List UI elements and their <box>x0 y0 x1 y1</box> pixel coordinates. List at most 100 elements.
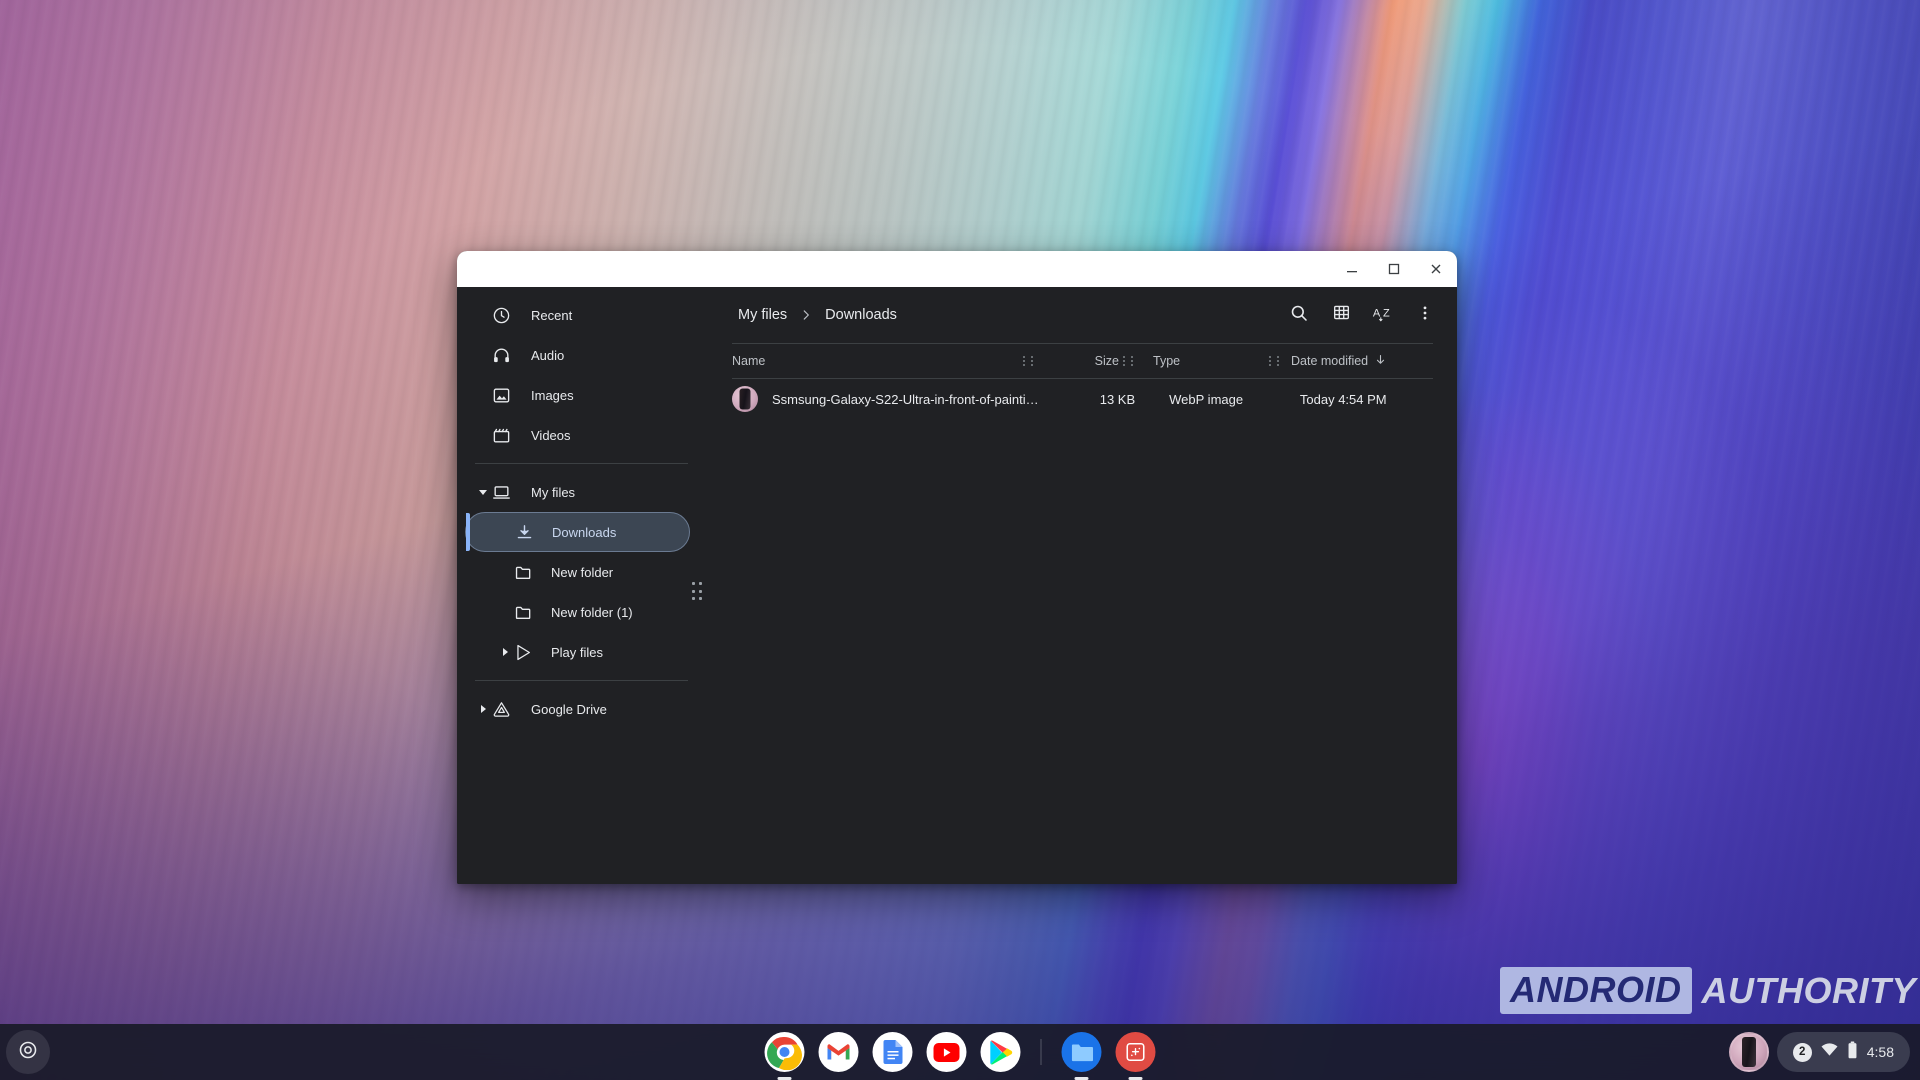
sidebar-item-new-folder[interactable]: New folder <box>465 552 690 592</box>
sidebar-item-label: Google Drive <box>531 701 607 717</box>
shelf-app-youtube[interactable] <box>926 1032 967 1072</box>
sidebar-item-images[interactable]: Images <box>465 375 690 415</box>
play-store-icon <box>513 642 533 662</box>
docs-icon <box>883 1040 902 1064</box>
sidebar-item-videos[interactable]: Videos <box>465 415 690 455</box>
sidebar-drive-group: Google Drive <box>457 689 698 729</box>
desktop: ANDROID AUTHORITY Recent Audio Images Vi… <box>0 0 1920 1080</box>
window-titlebar[interactable] <box>457 251 1457 287</box>
gmail-icon <box>827 1043 850 1059</box>
sidebar-resize-handle[interactable] <box>688 579 706 605</box>
files-folder-icon <box>1071 1044 1093 1062</box>
sidebar-item-label: New folder (1) <box>551 604 633 620</box>
table-row[interactable]: Ssmsung-Galaxy-S22-Ultra-in-front-of-pai… <box>732 379 1433 419</box>
grid-view-icon <box>1332 303 1351 327</box>
clock: 4:58 <box>1866 1044 1894 1060</box>
clock-icon <box>491 305 511 325</box>
wifi-icon <box>1821 1042 1838 1062</box>
maximize-button[interactable] <box>1373 251 1415 287</box>
search-button[interactable] <box>1279 295 1319 335</box>
column-header-size[interactable]: Size <box>1037 354 1123 368</box>
avatar-image <box>1741 1037 1756 1067</box>
sidebar-item-label: Images <box>531 387 574 403</box>
youtube-icon <box>933 1042 960 1062</box>
image-icon <box>491 385 511 405</box>
close-icon <box>1431 264 1441 274</box>
sidebar-item-audio[interactable]: Audio <box>465 335 690 375</box>
sidebar: Recent Audio Images Videos My files Down… <box>457 287 702 884</box>
breadcrumb-item-downloads[interactable]: Downloads <box>819 303 903 327</box>
notification-count-badge: 2 <box>1792 1042 1812 1062</box>
view-toggle-button[interactable] <box>1321 295 1361 335</box>
status-area-button[interactable]: 2 4:58 <box>1776 1032 1910 1072</box>
more-options-button[interactable] <box>1405 295 1445 335</box>
drive-icon <box>491 699 511 719</box>
video-icon <box>491 425 511 445</box>
column-resizer-name[interactable] <box>1023 356 1037 366</box>
play-store-icon <box>989 1040 1012 1064</box>
chevron-down-icon[interactable] <box>475 484 491 500</box>
laptop-icon <box>491 482 511 502</box>
shelf: 2 4:58 <box>0 1024 1920 1080</box>
sidebar-divider-1 <box>475 463 688 464</box>
avatar[interactable] <box>1728 1032 1769 1072</box>
sidebar-item-google-drive[interactable]: Google Drive <box>465 689 690 729</box>
minimize-icon <box>1347 271 1357 273</box>
sidebar-item-new-folder-1[interactable]: New folder (1) <box>465 592 690 632</box>
sidebar-item-my-files[interactable]: My files <box>465 472 690 512</box>
column-resizer-size[interactable] <box>1123 356 1137 366</box>
column-header-name[interactable]: Name <box>732 354 1023 368</box>
sort-az-icon: A Z <box>1372 303 1394 328</box>
file-list-header: Name Size Type Date modified <box>732 343 1433 379</box>
main-content: My files Downloads A Z Name Size Type Da… <box>698 287 1457 884</box>
chevron-right-icon[interactable] <box>497 644 513 660</box>
shelf-app-docs[interactable] <box>872 1032 913 1072</box>
file-thumbnail <box>732 386 758 412</box>
sidebar-item-downloads[interactable]: Downloads <box>465 512 690 552</box>
toolbar-actions: A Z <box>1279 295 1445 335</box>
svg-text:Z: Z <box>1383 307 1390 319</box>
file-type: WebP image <box>1169 391 1244 407</box>
svg-text:A: A <box>1373 307 1381 319</box>
file-size: 13 KB <box>1099 391 1136 407</box>
minimize-button[interactable] <box>1331 251 1373 287</box>
sidebar-myfiles-group: My files Downloads New folder New folder… <box>457 472 698 672</box>
system-tray: 2 4:58 <box>1728 1032 1910 1072</box>
shelf-app-gallery[interactable] <box>1115 1032 1156 1080</box>
launcher-circle-icon <box>17 1039 39 1066</box>
shelf-app-files[interactable] <box>1061 1032 1102 1080</box>
sidebar-item-label: Audio <box>531 347 565 363</box>
folder-icon <box>513 562 533 582</box>
launcher-button[interactable] <box>6 1030 50 1074</box>
chrome-icon <box>767 1035 802 1070</box>
thumbnail-phone-shape <box>739 388 751 410</box>
battery-icon <box>1847 1041 1858 1064</box>
column-resizer-type[interactable] <box>1269 356 1283 366</box>
selection-indicator <box>466 513 470 551</box>
window-body: Recent Audio Images Videos My files Down… <box>457 287 1457 884</box>
sidebar-item-label: Videos <box>531 427 571 443</box>
files-app-window: Recent Audio Images Videos My files Down… <box>457 251 1457 884</box>
gallery-icon <box>1126 1042 1145 1062</box>
sidebar-item-label: Downloads <box>552 524 617 540</box>
file-list-body: Ssmsung-Galaxy-S22-Ultra-in-front-of-pai… <box>732 379 1433 884</box>
watermark-suffix: AUTHORITY <box>1701 969 1916 1011</box>
close-button[interactable] <box>1415 251 1457 287</box>
shelf-app-gmail[interactable] <box>818 1032 859 1072</box>
shelf-app-list <box>764 1024 1156 1080</box>
sort-button[interactable]: A Z <box>1363 295 1403 335</box>
file-name: Ssmsung-Galaxy-S22-Ultra-in-front-of-pai… <box>772 391 1045 407</box>
sidebar-divider-2 <box>475 680 688 681</box>
column-header-type[interactable]: Type <box>1137 354 1269 368</box>
shelf-app-chrome[interactable] <box>764 1032 805 1080</box>
sidebar-item-play-files[interactable]: Play files <box>465 632 690 672</box>
watermark-brand: ANDROID <box>1500 967 1692 1014</box>
sidebar-item-label: Play files <box>551 644 604 660</box>
sidebar-item-recent[interactable]: Recent <box>465 295 690 335</box>
sidebar-item-label: Recent <box>531 307 573 323</box>
shelf-app-play-store[interactable] <box>980 1032 1021 1072</box>
headphones-icon <box>491 345 511 365</box>
chevron-right-icon[interactable] <box>475 701 491 717</box>
column-header-date-modified[interactable]: Date modified <box>1283 353 1433 369</box>
breadcrumb-item-my-files[interactable]: My files <box>732 303 793 327</box>
